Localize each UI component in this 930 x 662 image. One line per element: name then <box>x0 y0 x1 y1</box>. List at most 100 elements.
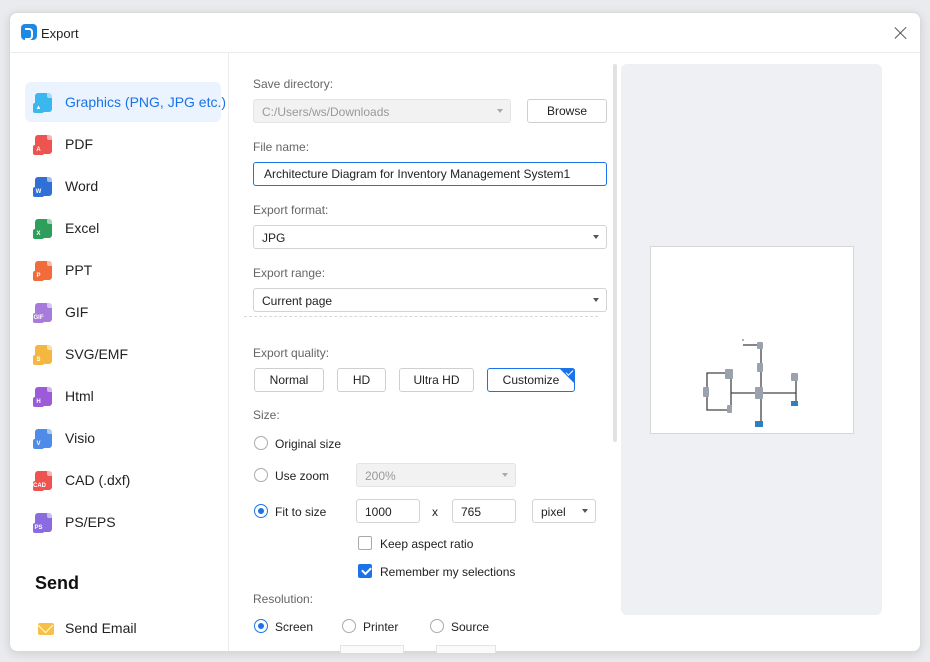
sidebar-item-gif[interactable]: GIF GIF <box>25 292 221 332</box>
diagram-thumbnail <box>703 339 798 427</box>
export-range-label: Export range: <box>253 266 326 280</box>
height-input[interactable]: 765 <box>452 499 516 523</box>
export-quality-label: Export quality: <box>253 346 330 360</box>
checkmark-icon <box>559 368 575 384</box>
sidebar-item-label: GIF <box>65 304 89 320</box>
resolution-screen-label: Screen <box>275 620 314 634</box>
file-type-glyph: V <box>33 439 44 449</box>
sidebar-item-pdf[interactable]: A PDF <box>25 124 221 164</box>
dpi-unit-partial <box>436 645 496 653</box>
file-name-input[interactable]: Architecture Diagram for Inventory Manag… <box>253 162 607 186</box>
save-directory-label: Save directory: <box>253 77 334 91</box>
resolution-screen-radio[interactable] <box>254 619 268 633</box>
file-corner-fold <box>47 219 52 224</box>
ppt-file-icon: P <box>33 261 52 281</box>
send-email-link[interactable]: Send Email <box>65 620 137 636</box>
times-sign: x <box>432 505 438 519</box>
sidebar-item-graphics-png-jpg-etc[interactable]: ▲ Graphics (PNG, JPG etc.) <box>25 82 226 122</box>
file-corner-fold <box>47 429 52 434</box>
format-sidebar: ▲ Graphics (PNG, JPG etc.) A PDF W Word X Excel… <box>10 53 229 651</box>
export-range-select[interactable]: Current page <box>253 288 607 312</box>
remember-checkbox[interactable] <box>358 564 372 578</box>
close-icon[interactable] <box>893 25 909 41</box>
file-type-glyph: S <box>33 355 44 365</box>
file-type-glyph: H <box>33 397 44 407</box>
gif-file-icon: GIF <box>33 303 52 323</box>
unit-select[interactable]: pixel <box>532 499 596 523</box>
send-heading: Send <box>35 573 80 593</box>
diagram-preview <box>650 246 854 434</box>
title-bar: Export <box>10 13 920 53</box>
zoom-select[interactable]: 200% <box>356 463 516 487</box>
chevron-down-icon <box>497 109 503 113</box>
sidebar-item-label: Excel <box>65 220 100 236</box>
original-size-radio[interactable] <box>254 436 268 450</box>
keep-aspect-label: Keep aspect ratio <box>380 537 474 551</box>
dialog-title: Export <box>41 26 79 41</box>
mail-icon <box>38 623 54 635</box>
quality-hd-button[interactable]: HD <box>337 368 386 392</box>
file-corner-fold <box>47 513 52 518</box>
sidebar-item-ps-eps[interactable]: PS PS/EPS <box>25 502 221 542</box>
sidebar-item-html[interactable]: H Html <box>25 376 221 416</box>
sidebar-item-label: Html <box>65 388 94 404</box>
resolution-printer-label: Printer <box>363 620 399 634</box>
file-type-glyph: CAD <box>33 481 46 491</box>
save-directory-select[interactable]: C:/Users/ws/Downloads <box>253 99 511 123</box>
file-corner-fold <box>47 303 52 308</box>
file-type-glyph: A <box>33 145 44 155</box>
file-corner-fold <box>47 177 52 182</box>
sidebar-item-word[interactable]: W Word <box>25 166 221 206</box>
visio-file-icon: V <box>33 429 52 449</box>
quality-normal-button[interactable]: Normal <box>254 368 324 392</box>
file-corner-fold <box>47 387 52 392</box>
image-file-icon: ▲ <box>33 93 52 113</box>
resolution-label: Resolution: <box>253 592 314 606</box>
quality-ultra-hd-button[interactable]: Ultra HD <box>399 368 474 392</box>
file-corner-fold <box>47 345 52 350</box>
size-label: Size: <box>253 408 280 422</box>
file-type-glyph: GIF <box>33 313 44 323</box>
excel-file-icon: X <box>33 219 52 239</box>
sidebar-item-excel[interactable]: X Excel <box>25 208 221 248</box>
svg-file-icon: S <box>33 345 52 365</box>
sidebar-item-visio[interactable]: V Visio <box>25 418 221 458</box>
sidebar-item-cad-dxf[interactable]: CAD CAD (.dxf) <box>25 460 221 500</box>
ps-file-icon: PS <box>33 513 52 533</box>
save-directory-value: C:/Users/ws/Downloads <box>262 105 390 119</box>
browse-button[interactable]: Browse <box>527 99 607 123</box>
resolution-source-radio[interactable] <box>430 619 444 633</box>
export-format-select[interactable]: JPG <box>253 225 607 249</box>
file-type-glyph: PS <box>33 523 44 533</box>
chevron-down-icon <box>582 509 588 513</box>
width-input[interactable]: 1000 <box>356 499 420 523</box>
word-file-icon: W <box>33 177 52 197</box>
export-format-value: JPG <box>262 231 286 245</box>
html-file-icon: H <box>33 387 52 407</box>
sidebar-item-label: Visio <box>65 430 96 446</box>
file-type-glyph: P <box>33 271 44 281</box>
sidebar-item-label: Graphics (PNG, JPG etc.) <box>65 94 227 110</box>
use-zoom-radio[interactable] <box>254 468 268 482</box>
original-size-label: Original size <box>275 437 342 451</box>
sidebar-item-ppt[interactable]: P PPT <box>25 250 221 290</box>
dpi-field-partial <box>340 645 404 653</box>
zoom-value: 200% <box>365 469 396 483</box>
use-zoom-label: Use zoom <box>275 469 330 483</box>
chevron-down-icon <box>593 235 599 239</box>
resolution-source-label: Source <box>451 620 490 634</box>
file-corner-fold <box>47 261 52 266</box>
cad-file-icon: CAD <box>33 471 52 491</box>
fit-to-size-label: Fit to size <box>275 505 327 519</box>
quality-customize-label: Customize <box>502 373 560 387</box>
resolution-printer-radio[interactable] <box>342 619 356 633</box>
keep-aspect-checkbox[interactable] <box>358 536 372 550</box>
file-corner-fold <box>47 93 52 98</box>
fit-to-size-radio[interactable] <box>254 504 268 518</box>
quality-customize-button[interactable]: Customize <box>487 368 575 392</box>
sidebar-item-label: PDF <box>65 136 93 152</box>
form-scrollbar[interactable] <box>613 64 617 442</box>
file-type-glyph: ▲ <box>33 103 44 113</box>
sidebar-item-svg-emf[interactable]: S SVG/EMF <box>25 334 221 374</box>
section-divider <box>244 316 598 317</box>
